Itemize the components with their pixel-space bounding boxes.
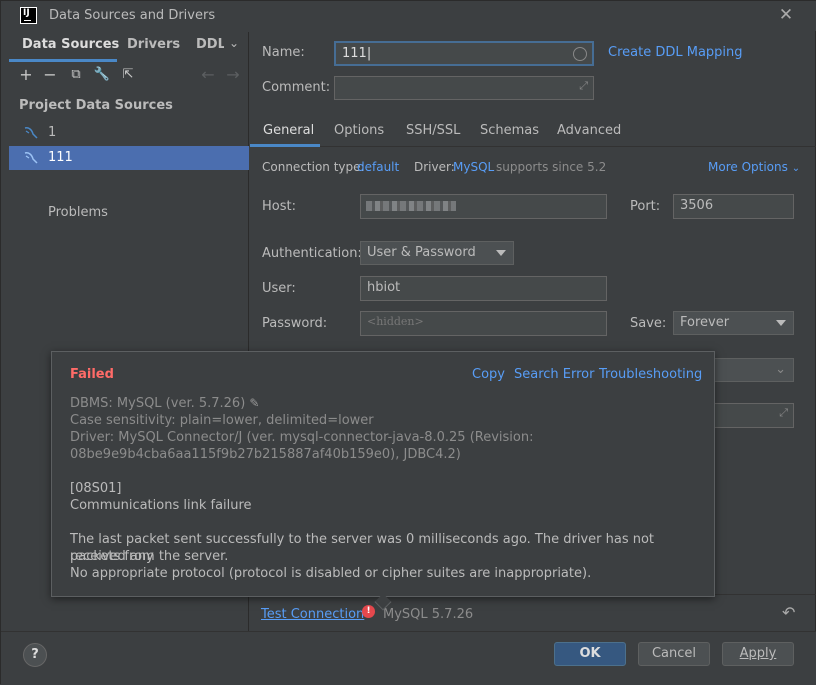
data-source-label: 1 bbox=[48, 125, 57, 140]
forward-arrow-icon[interactable]: → bbox=[224, 66, 242, 84]
help-button[interactable]: ? bbox=[23, 643, 47, 667]
tab-advanced[interactable]: Advanced bbox=[557, 123, 621, 138]
error-message-line3: No appropriate protocol (protocol is dis… bbox=[70, 566, 592, 581]
remove-icon[interactable]: − bbox=[41, 66, 59, 84]
tab-ddl[interactable]: DDL bbox=[196, 37, 224, 52]
dropdown-caret-icon bbox=[776, 320, 786, 326]
host-field[interactable] bbox=[360, 194, 607, 219]
name-value: 111 bbox=[342, 46, 367, 61]
driver-note: supports since 5.2 bbox=[496, 160, 607, 174]
save-select[interactable]: Forever bbox=[673, 311, 794, 335]
dialog-window: IJ Data Sources and Drivers ✕ Data Sourc… bbox=[0, 0, 816, 685]
driver-link[interactable]: MySQL bbox=[453, 160, 494, 174]
error-message-line2: packets from the server. bbox=[70, 549, 229, 564]
more-options-link[interactable]: More Options ⌄ bbox=[708, 160, 800, 174]
error-title: Communications link failure bbox=[70, 498, 252, 513]
list-item[interactable]: 111 bbox=[9, 146, 249, 170]
driver-info-line2: 08be9e9b4cba6aa115f9b27b215887af40b159e0… bbox=[70, 447, 461, 462]
tab-schemas[interactable]: Schemas bbox=[480, 123, 539, 138]
cancel-button[interactable]: Cancel bbox=[638, 642, 710, 666]
add-icon[interactable]: + bbox=[17, 66, 35, 84]
host-redacted bbox=[366, 201, 456, 211]
comment-field[interactable]: ⤢ bbox=[334, 76, 594, 100]
error-code: [08S01] bbox=[70, 481, 122, 496]
apply-button[interactable]: Apply bbox=[722, 642, 794, 666]
db-version: MySQL 5.7.26 bbox=[383, 607, 474, 622]
database-select[interactable]: ⌄ bbox=[710, 358, 794, 382]
more-options-label: More Options bbox=[708, 160, 788, 174]
user-label: User: bbox=[262, 281, 296, 296]
settings-tabs: General Options SSH/SSL Schemas Advanced bbox=[250, 117, 816, 147]
connection-type-link[interactable]: default bbox=[357, 160, 399, 174]
name-field[interactable]: 111| bbox=[334, 41, 594, 66]
search-error-link[interactable]: Search Error bbox=[514, 367, 594, 382]
dropdown-caret-icon bbox=[496, 250, 506, 256]
dialog-footer: ? OK Cancel Apply bbox=[1, 631, 816, 685]
password-field[interactable]: <hidden> bbox=[360, 311, 607, 336]
tab-general[interactable]: General bbox=[263, 123, 314, 138]
tab-ssh-ssl[interactable]: SSH/SSL bbox=[406, 123, 460, 138]
troubleshooting-link[interactable]: Troubleshooting bbox=[599, 367, 702, 382]
window-title: Data Sources and Drivers bbox=[49, 8, 216, 23]
expand-icon[interactable]: ⤢ bbox=[779, 406, 788, 420]
pencil-icon[interactable]: ✎ bbox=[249, 395, 260, 410]
open-external-icon[interactable]: ⇱ bbox=[119, 66, 137, 84]
name-label: Name: bbox=[262, 45, 305, 60]
save-value: Forever bbox=[680, 315, 730, 330]
driver-label: Driver: bbox=[414, 160, 455, 174]
duplicate-icon[interactable]: ⧉ bbox=[67, 66, 85, 84]
case-sensitivity-info: Case sensitivity: plain=lower, delimited… bbox=[70, 413, 374, 428]
chevron-down-icon: ⌄ bbox=[775, 362, 786, 377]
test-connection-link[interactable]: Test Connection bbox=[261, 607, 364, 622]
mysql-icon bbox=[24, 127, 38, 139]
list-item[interactable]: 1 bbox=[9, 121, 249, 145]
status-failed: Failed bbox=[70, 367, 114, 382]
url-field[interactable]: ⤢ bbox=[710, 403, 794, 428]
close-icon[interactable]: ✕ bbox=[777, 6, 795, 24]
connection-type-label: Connection type: bbox=[262, 160, 365, 174]
intellij-logo-icon: IJ bbox=[20, 7, 37, 24]
title-bar: IJ Data Sources and Drivers ✕ bbox=[1, 1, 816, 31]
authentication-value: User & Password bbox=[367, 245, 476, 260]
tab-options[interactable]: Options bbox=[334, 123, 384, 138]
save-label: Save: bbox=[630, 316, 667, 331]
password-label: Password: bbox=[262, 316, 328, 331]
host-label: Host: bbox=[262, 199, 296, 214]
ok-button[interactable]: OK bbox=[554, 642, 626, 666]
comment-label: Comment: bbox=[262, 80, 331, 95]
error-icon: ! bbox=[362, 605, 375, 618]
authentication-select[interactable]: User & Password bbox=[360, 241, 514, 265]
wrench-icon[interactable]: 🔧 bbox=[93, 66, 111, 84]
dbms-info: DBMS: MySQL (ver. 5.7.26) bbox=[70, 396, 246, 411]
problems-item[interactable]: Problems bbox=[48, 205, 108, 220]
circle-icon bbox=[573, 47, 587, 61]
left-toolbar: + − ⧉ 🔧 ⇱ ← → bbox=[9, 62, 249, 90]
create-ddl-mapping-link[interactable]: Create DDL Mapping bbox=[608, 45, 743, 60]
project-data-sources-heading: Project Data Sources bbox=[19, 98, 173, 113]
mysql-icon bbox=[24, 152, 38, 164]
user-field[interactable]: hbiot bbox=[360, 276, 607, 301]
revert-icon[interactable]: ↶ bbox=[782, 603, 795, 622]
connection-status-bar: Test Connection ! MySQL 5.7.26 ↶ bbox=[250, 594, 816, 631]
port-field[interactable]: 3506 bbox=[673, 194, 794, 219]
copy-link[interactable]: Copy bbox=[472, 367, 505, 382]
tab-drivers[interactable]: Drivers bbox=[127, 37, 180, 52]
back-arrow-icon[interactable]: ← bbox=[199, 66, 217, 84]
chevron-down-icon: ⌄ bbox=[791, 163, 801, 174]
tab-underline bbox=[250, 144, 320, 147]
driver-info-line1: Driver: MySQL Connector/J (ver. mysql-co… bbox=[70, 430, 534, 445]
tab-data-sources[interactable]: Data Sources bbox=[22, 37, 119, 52]
expand-icon[interactable]: ⤢ bbox=[579, 79, 588, 93]
chevron-down-icon[interactable]: ⌄ bbox=[229, 36, 239, 50]
authentication-label: Authentication: bbox=[262, 246, 362, 261]
port-label: Port: bbox=[630, 199, 661, 214]
data-source-label: 111 bbox=[48, 150, 73, 165]
connection-error-popup: Failed Copy Search Error Troubleshooting… bbox=[51, 351, 715, 611]
